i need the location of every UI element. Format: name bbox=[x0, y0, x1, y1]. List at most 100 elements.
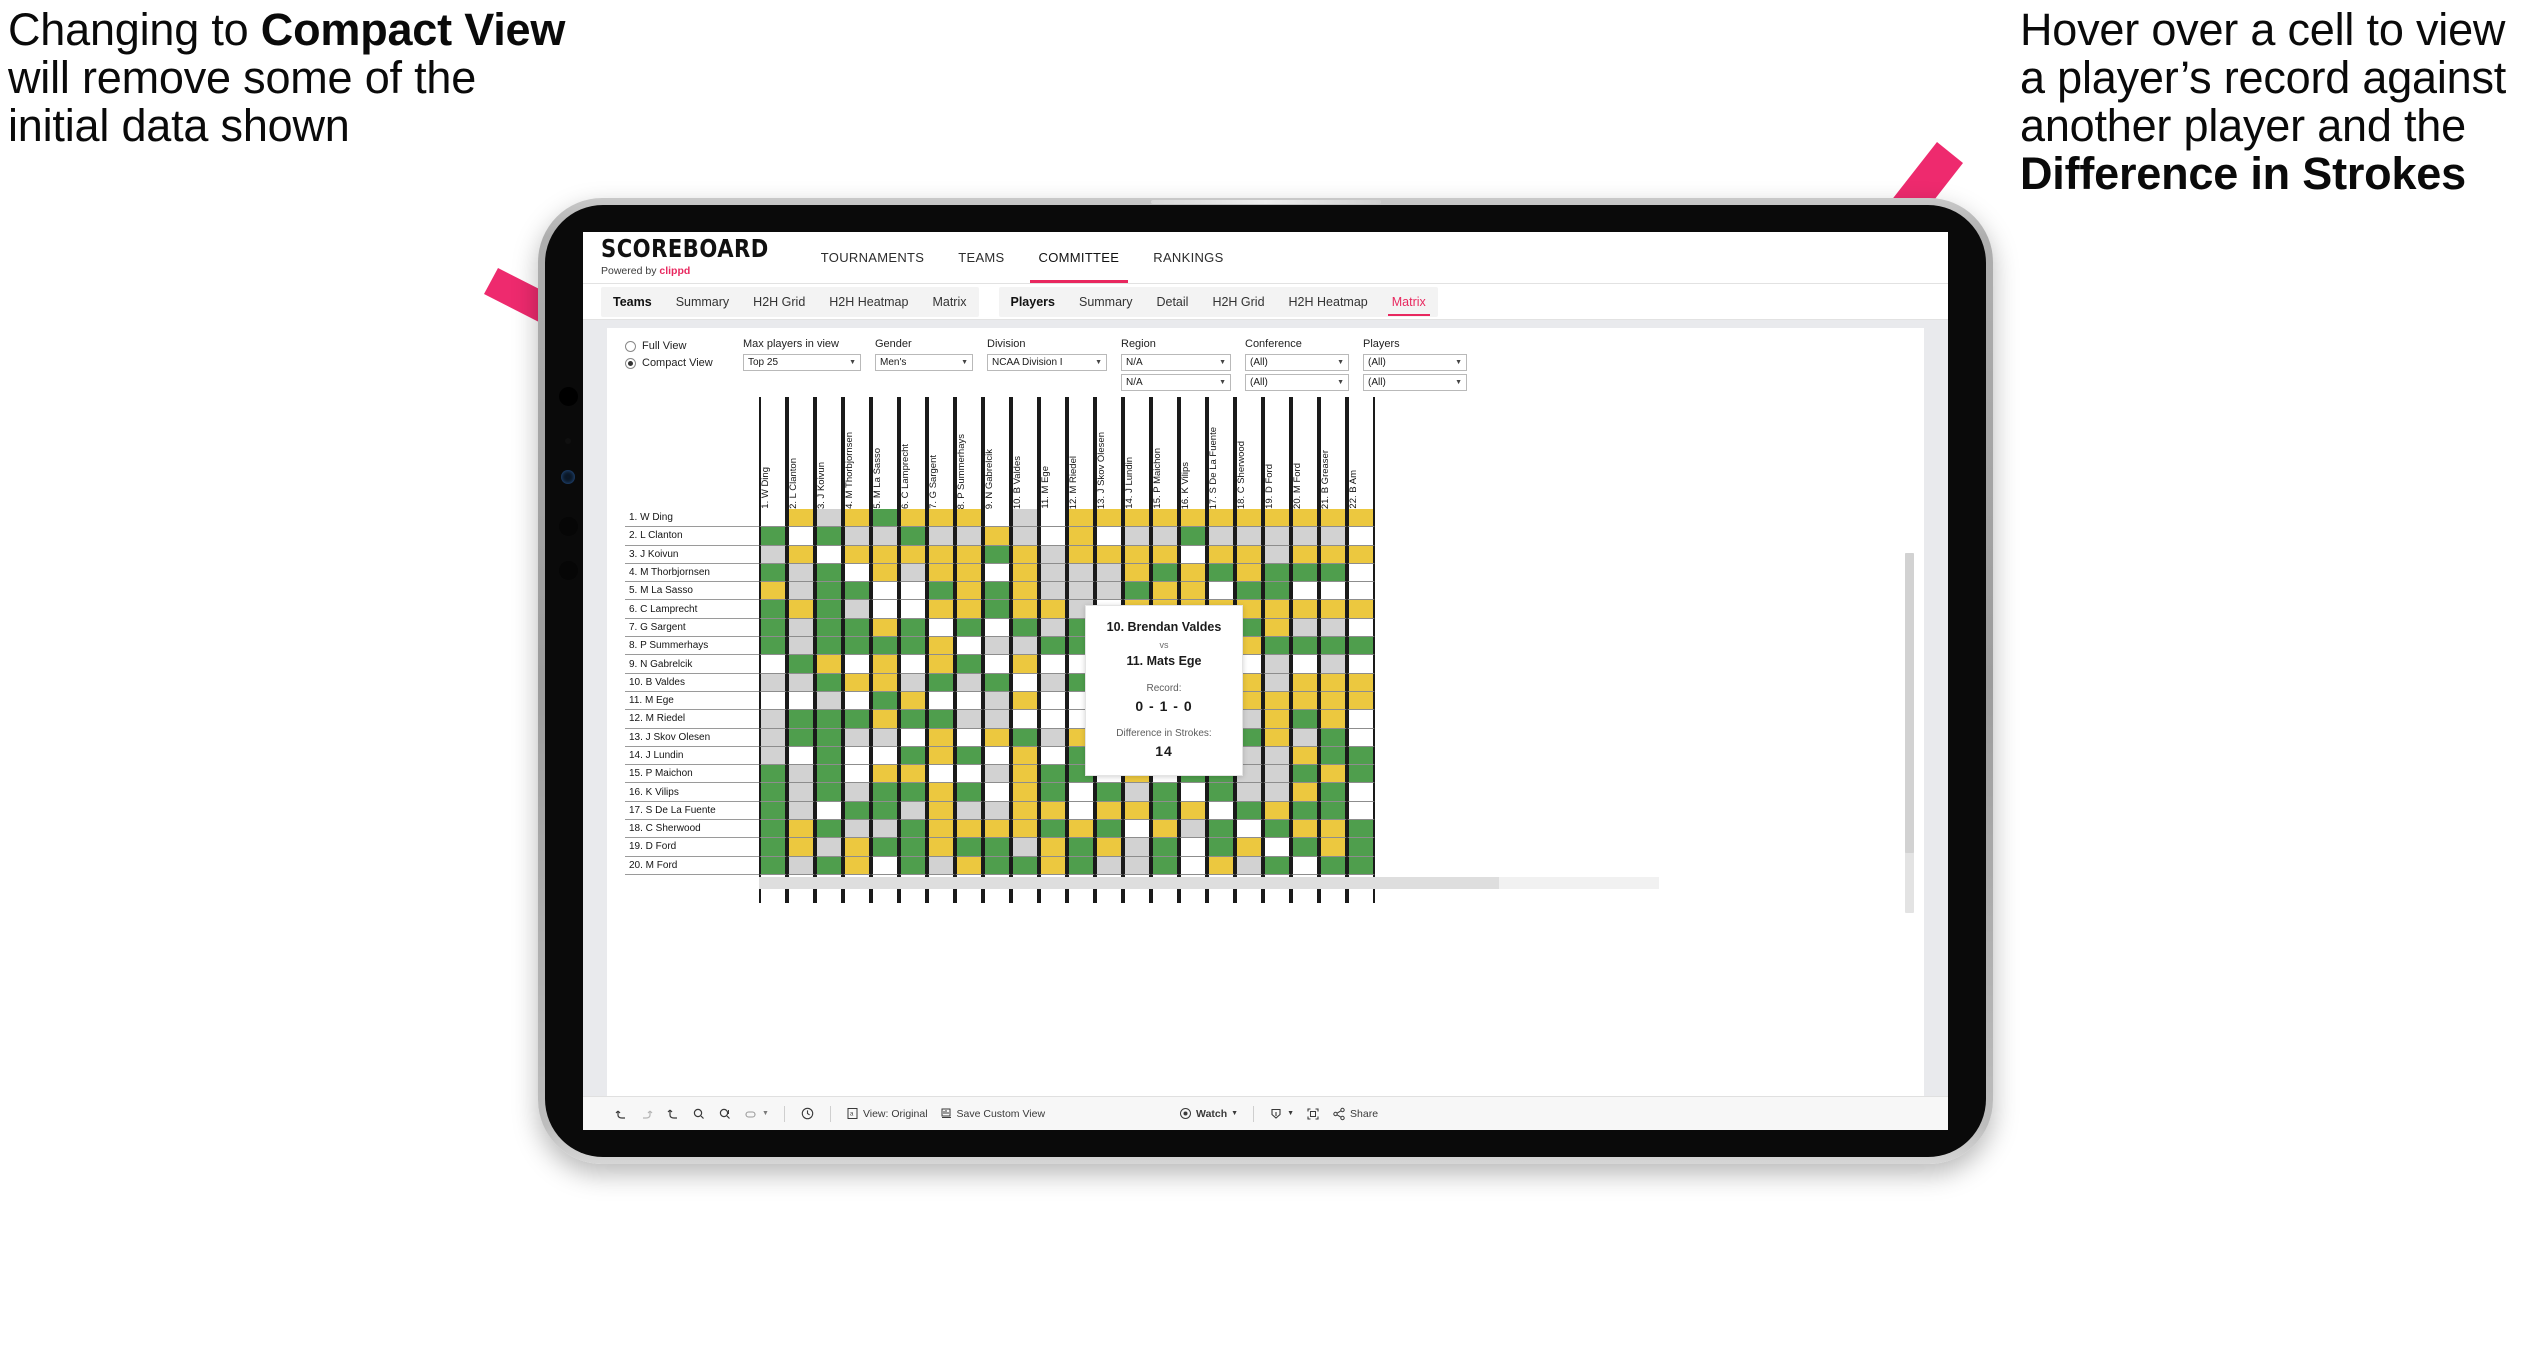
matrix-cell[interactable] bbox=[983, 655, 1011, 674]
matrix-cell[interactable] bbox=[899, 563, 927, 583]
matrix-cell[interactable] bbox=[1319, 637, 1347, 656]
matrix-cell[interactable] bbox=[955, 545, 983, 564]
matrix-cell[interactable] bbox=[1011, 637, 1039, 656]
matrix-cell[interactable] bbox=[843, 856, 871, 875]
matrix-cell[interactable] bbox=[1319, 838, 1347, 857]
matrix-cell[interactable] bbox=[955, 710, 983, 729]
matrix-cell[interactable] bbox=[927, 545, 955, 564]
matrix-cell[interactable] bbox=[1095, 801, 1123, 821]
matrix-cell[interactable] bbox=[1291, 710, 1319, 729]
matrix-cell[interactable] bbox=[927, 637, 955, 656]
matrix-cell[interactable] bbox=[1207, 563, 1235, 583]
matrix-cell[interactable] bbox=[1263, 746, 1291, 766]
matrix-cell[interactable] bbox=[1291, 655, 1319, 674]
matrix-cell[interactable] bbox=[759, 655, 787, 674]
matrix-cell[interactable] bbox=[787, 710, 815, 729]
matrix-cell[interactable] bbox=[927, 673, 955, 692]
matrix-cell[interactable] bbox=[1179, 820, 1207, 839]
matrix-cell[interactable] bbox=[843, 691, 871, 711]
matrix-cell[interactable] bbox=[787, 563, 815, 583]
matrix-cell[interactable] bbox=[1067, 509, 1095, 528]
matrix-cell[interactable] bbox=[1291, 618, 1319, 638]
matrix-cell[interactable] bbox=[899, 765, 927, 784]
matrix-cell[interactable] bbox=[983, 509, 1011, 528]
matrix-cell[interactable] bbox=[1319, 618, 1347, 638]
matrix-cell[interactable] bbox=[787, 746, 815, 766]
matrix-cell[interactable] bbox=[1095, 820, 1123, 839]
matrix-cell[interactable] bbox=[1263, 856, 1291, 875]
matrix-cell[interactable] bbox=[1347, 527, 1375, 546]
matrix-cell[interactable] bbox=[1067, 527, 1095, 546]
matrix-cell[interactable] bbox=[759, 838, 787, 857]
matrix-cell[interactable] bbox=[1291, 801, 1319, 821]
select-max-players[interactable]: Top 25 ▼ bbox=[743, 354, 861, 371]
matrix-cell[interactable] bbox=[815, 838, 843, 857]
matrix-cell[interactable] bbox=[843, 637, 871, 656]
matrix-cell[interactable] bbox=[1011, 801, 1039, 821]
matrix-cell[interactable] bbox=[1095, 838, 1123, 857]
matrix-cell[interactable] bbox=[815, 545, 843, 564]
select-gender[interactable]: Men's ▼ bbox=[875, 354, 973, 371]
matrix-cell[interactable] bbox=[1319, 582, 1347, 601]
clock-button[interactable] bbox=[795, 1102, 820, 1126]
matrix-cell[interactable] bbox=[1291, 600, 1319, 619]
matrix-cell[interactable] bbox=[983, 545, 1011, 564]
matrix-cell[interactable] bbox=[1263, 783, 1291, 802]
matrix-cell[interactable] bbox=[1207, 582, 1235, 601]
matrix-cell[interactable] bbox=[759, 856, 787, 875]
matrix-cell[interactable] bbox=[899, 801, 927, 821]
matrix-cell[interactable] bbox=[1179, 783, 1207, 802]
matrix-cell[interactable] bbox=[843, 820, 871, 839]
matrix-cell[interactable] bbox=[1235, 783, 1263, 802]
matrix-column-header[interactable]: 1. W Ding bbox=[759, 397, 787, 509]
matrix-cell[interactable] bbox=[1151, 783, 1179, 802]
matrix-cell[interactable] bbox=[1039, 545, 1067, 564]
matrix-cell[interactable] bbox=[787, 582, 815, 601]
matrix-cell[interactable] bbox=[927, 582, 955, 601]
matrix-cell[interactable] bbox=[1095, 545, 1123, 564]
matrix-cell[interactable] bbox=[1263, 691, 1291, 711]
matrix-cell[interactable] bbox=[843, 545, 871, 564]
matrix-cell[interactable] bbox=[1067, 563, 1095, 583]
matrix-cell[interactable] bbox=[1039, 856, 1067, 875]
matrix-cell[interactable] bbox=[927, 765, 955, 784]
matrix-cell[interactable] bbox=[871, 527, 899, 546]
matrix-cell[interactable] bbox=[899, 582, 927, 601]
matrix-cell[interactable] bbox=[983, 783, 1011, 802]
matrix-cell[interactable] bbox=[843, 582, 871, 601]
matrix-cell[interactable] bbox=[1039, 582, 1067, 601]
matrix-cell[interactable] bbox=[1263, 820, 1291, 839]
matrix-cell[interactable] bbox=[1291, 637, 1319, 656]
matrix-cell[interactable] bbox=[1123, 563, 1151, 583]
matrix-cell[interactable] bbox=[787, 783, 815, 802]
matrix-cell[interactable] bbox=[843, 509, 871, 528]
matrix-cell[interactable] bbox=[1011, 856, 1039, 875]
matrix-cell[interactable] bbox=[1151, 545, 1179, 564]
pause-button[interactable] bbox=[713, 1102, 737, 1126]
matrix-cell[interactable] bbox=[1347, 783, 1375, 802]
matrix-cell[interactable] bbox=[927, 527, 955, 546]
matrix-cell[interactable] bbox=[871, 783, 899, 802]
matrix-cell[interactable] bbox=[899, 838, 927, 857]
matrix-cell[interactable] bbox=[759, 746, 787, 766]
matrix-column-header[interactable]: 2. L Clanton bbox=[787, 397, 815, 509]
matrix-row-label[interactable]: 14. J Lundin bbox=[625, 746, 759, 766]
matrix-column-header[interactable]: 13. J Skov Olesen bbox=[1095, 397, 1123, 509]
matrix-cell[interactable] bbox=[759, 728, 787, 747]
matrix-cell[interactable] bbox=[1291, 838, 1319, 857]
matrix-cell[interactable] bbox=[927, 509, 955, 528]
matrix-cell[interactable] bbox=[1291, 765, 1319, 784]
matrix-row-label[interactable]: 5. M La Sasso bbox=[625, 582, 759, 601]
matrix-row-label[interactable]: 20. M Ford bbox=[625, 856, 759, 875]
matrix-column-header[interactable]: 21. B Greaser bbox=[1319, 397, 1347, 509]
matrix-column-header[interactable]: 11. M Ege bbox=[1039, 397, 1067, 509]
matrix-column-header[interactable]: 14. J Lundin bbox=[1123, 397, 1151, 509]
matrix-cell[interactable] bbox=[759, 618, 787, 638]
matrix-cell[interactable] bbox=[1263, 728, 1291, 747]
matrix-cell[interactable] bbox=[1347, 728, 1375, 747]
matrix-cell[interactable] bbox=[1347, 600, 1375, 619]
matrix-cell[interactable] bbox=[815, 856, 843, 875]
tab-teams-matrix[interactable]: Matrix bbox=[920, 287, 978, 317]
matrix-cell[interactable] bbox=[1039, 618, 1067, 638]
matrix-column-header[interactable]: 8. P Summerhays bbox=[955, 397, 983, 509]
